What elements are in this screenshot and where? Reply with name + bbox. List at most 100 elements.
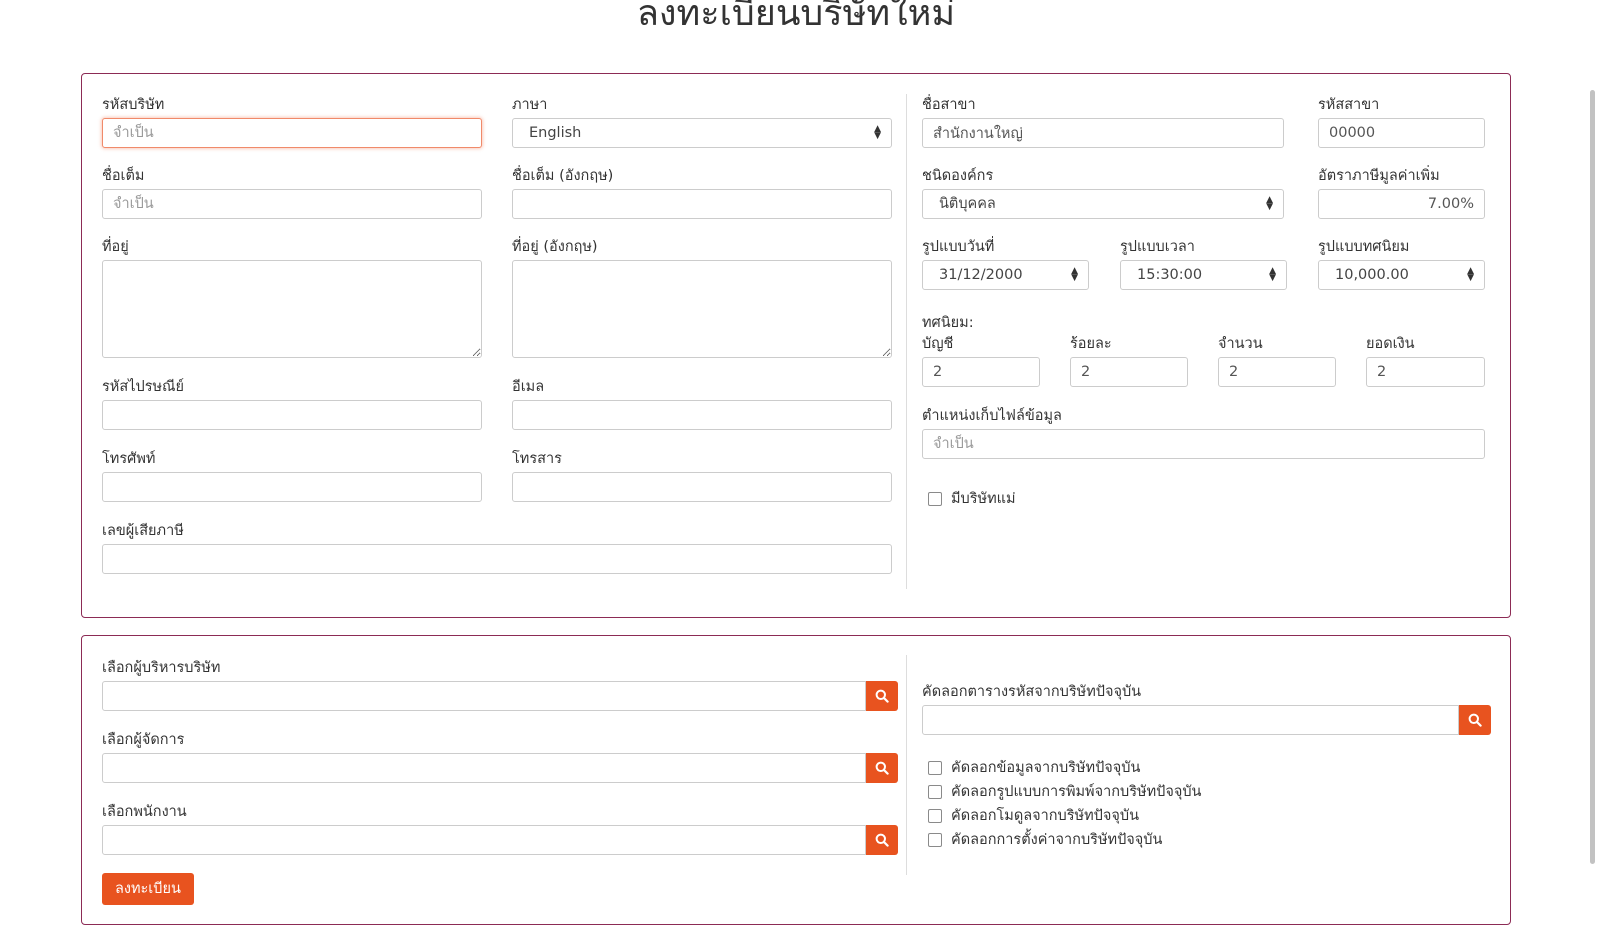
email-input[interactable] bbox=[512, 400, 892, 430]
branch-name-input[interactable] bbox=[922, 118, 1284, 148]
language-label: ภาษา bbox=[512, 97, 548, 113]
date-format-label: รูปแบบวันที่ bbox=[922, 239, 995, 255]
search-icon bbox=[875, 833, 889, 847]
data-file-location-input[interactable] bbox=[922, 429, 1485, 459]
fax-label: โทรสาร bbox=[512, 451, 562, 467]
manager-group: เลือกผู้จัดการ bbox=[102, 730, 898, 783]
employee-label: เลือกพนักงาน bbox=[102, 804, 187, 820]
company-admin-input[interactable] bbox=[102, 681, 866, 711]
company-admin-group: เลือกผู้บริหารบริษัท bbox=[102, 658, 898, 711]
address-label: ที่อยู่ bbox=[102, 239, 129, 255]
copy-code-table-group: คัดลอกตารางรหัสจากบริษัทปัจจุบัน bbox=[922, 682, 1491, 735]
company-code-input[interactable] bbox=[102, 118, 482, 148]
address-group: ที่อยู่ bbox=[102, 237, 482, 358]
copy-settings-checkbox[interactable] bbox=[928, 832, 942, 847]
copy-print-format-row[interactable]: คัดลอกรูปแบบการพิมพ์จากบริษัทปัจจุบัน bbox=[928, 780, 1201, 803]
data-file-location-group: ตำแหน่งเก็บไฟล์ข้อมูล bbox=[922, 406, 1485, 459]
copy-data-label: คัดลอกข้อมูลจากบริษัทปัจจุบัน bbox=[951, 760, 1141, 776]
sort-caret-icon: ▲ ▼ bbox=[1266, 195, 1273, 212]
employee-input[interactable] bbox=[102, 825, 866, 855]
copy-code-table-lookup bbox=[922, 705, 1491, 735]
decimals-heading: ทศนิยม: bbox=[922, 315, 974, 331]
search-icon bbox=[1468, 713, 1482, 727]
copy-code-table-input[interactable] bbox=[922, 705, 1459, 735]
data-file-location-label: ตำแหน่งเก็บไฟล์ข้อมูล bbox=[922, 408, 1062, 424]
language-select[interactable]: English ▲ ▼ bbox=[512, 118, 892, 148]
decimals-quantity-group: จำนวน bbox=[1218, 334, 1336, 387]
org-type-group: ชนิดองค์กร นิติบุคคล ▲ ▼ bbox=[922, 166, 1284, 219]
decimals-amount-group: ยอดเงิน bbox=[1366, 334, 1485, 387]
sort-caret-icon: ▲ ▼ bbox=[874, 124, 881, 141]
scrollbar-thumb[interactable] bbox=[1590, 90, 1595, 864]
copy-code-table-label: คัดลอกตารางรหัสจากบริษัทปัจจุบัน bbox=[922, 684, 1142, 700]
full-name-input[interactable] bbox=[102, 189, 482, 219]
register-button[interactable]: ลงทะเบียน bbox=[102, 873, 194, 905]
copy-modules-row[interactable]: คัดลอกโมดูลจากบริษัทปัจจุบัน bbox=[928, 804, 1139, 827]
page-title: ลงทะเบียนบริษัทใหม่ bbox=[636, 0, 956, 34]
fax-group: โทรสาร bbox=[512, 449, 892, 502]
search-icon bbox=[875, 761, 889, 775]
branch-name-group: ชื่อสาขา bbox=[922, 95, 1284, 148]
has-parent-label: มีบริษัทแม่ bbox=[951, 491, 1016, 507]
decimals-percent-group: ร้อยละ bbox=[1070, 334, 1188, 387]
company-admin-search-button[interactable] bbox=[866, 681, 898, 711]
copy-data-row[interactable]: คัดลอกข้อมูลจากบริษัทปัจจุบัน bbox=[928, 756, 1140, 779]
phone-label: โทรศัพท์ bbox=[102, 451, 156, 467]
decimals-quantity-input[interactable] bbox=[1218, 357, 1336, 387]
date-format-value: 31/12/2000 bbox=[939, 267, 1023, 283]
decimals-account-label: บัญชี bbox=[922, 336, 954, 352]
copy-settings-row[interactable]: คัดลอกการตั้งค่าจากบริษัทปัจจุบัน bbox=[928, 828, 1162, 851]
language-value: English bbox=[529, 125, 582, 141]
decimal-format-value: 10,000.00 bbox=[1335, 267, 1409, 283]
phone-group: โทรศัพท์ bbox=[102, 449, 482, 502]
copy-modules-label: คัดลอกโมดูลจากบริษัทปัจจุบัน bbox=[951, 808, 1139, 824]
decimal-format-label: รูปแบบทศนิยม bbox=[1318, 239, 1410, 255]
company-admin-label: เลือกผู้บริหารบริษัท bbox=[102, 660, 221, 676]
copy-code-table-search-button[interactable] bbox=[1459, 705, 1491, 735]
address-en-label: ที่อยู่ (อังกฤษ) bbox=[512, 239, 598, 255]
copy-settings-label: คัดลอกการตั้งค่าจากบริษัทปัจจุบัน bbox=[951, 832, 1163, 848]
search-icon bbox=[875, 689, 889, 703]
branch-code-input[interactable] bbox=[1318, 118, 1485, 148]
org-type-label: ชนิดองค์กร bbox=[922, 168, 994, 184]
branch-code-label: รหัสสาขา bbox=[1318, 97, 1380, 113]
date-format-select[interactable]: 31/12/2000 ▲ ▼ bbox=[922, 260, 1089, 290]
manager-lookup bbox=[102, 753, 898, 783]
full-name-group: ชื่อเต็ม bbox=[102, 166, 482, 219]
address-textarea[interactable] bbox=[102, 260, 482, 358]
company-code-label: รหัสบริษัท bbox=[102, 97, 165, 113]
org-type-value: นิติบุคคล bbox=[939, 196, 996, 212]
phone-input[interactable] bbox=[102, 472, 482, 502]
manager-input[interactable] bbox=[102, 753, 866, 783]
employee-search-button[interactable] bbox=[866, 825, 898, 855]
full-name-en-input[interactable] bbox=[512, 189, 892, 219]
branch-code-group: รหัสสาขา bbox=[1318, 95, 1485, 148]
vat-rate-input[interactable] bbox=[1318, 189, 1485, 219]
company-admin-lookup bbox=[102, 681, 898, 711]
email-label: อีเมล bbox=[512, 379, 545, 395]
panel-divider bbox=[906, 655, 907, 875]
decimals-account-input[interactable] bbox=[922, 357, 1040, 387]
postal-code-label: รหัสไปรษณีย์ bbox=[102, 379, 184, 395]
postal-code-input[interactable] bbox=[102, 400, 482, 430]
copy-print-format-label: คัดลอกรูปแบบการพิมพ์จากบริษัทปัจจุบัน bbox=[951, 784, 1202, 800]
copy-print-format-checkbox[interactable] bbox=[928, 784, 942, 799]
has-parent-checkbox[interactable] bbox=[928, 491, 942, 506]
tax-id-label: เลขผู้เสียภาษี bbox=[102, 523, 184, 539]
fax-input[interactable] bbox=[512, 472, 892, 502]
has-parent-row[interactable]: มีบริษัทแม่ bbox=[928, 487, 1016, 510]
manager-search-button[interactable] bbox=[866, 753, 898, 783]
time-format-label: รูปแบบเวลา bbox=[1120, 239, 1195, 255]
decimal-format-select[interactable]: 10,000.00 ▲ ▼ bbox=[1318, 260, 1485, 290]
tax-id-input[interactable] bbox=[102, 544, 892, 574]
org-type-select[interactable]: นิติบุคคล ▲ ▼ bbox=[922, 189, 1284, 219]
copy-modules-checkbox[interactable] bbox=[928, 808, 942, 823]
decimals-amount-input[interactable] bbox=[1366, 357, 1485, 387]
copy-data-checkbox[interactable] bbox=[928, 760, 942, 775]
address-en-textarea[interactable] bbox=[512, 260, 892, 358]
sort-caret-icon: ▲ ▼ bbox=[1071, 266, 1078, 283]
time-format-select[interactable]: 15:30:00 ▲ ▼ bbox=[1120, 260, 1287, 290]
employee-lookup bbox=[102, 825, 898, 855]
decimals-percent-input[interactable] bbox=[1070, 357, 1188, 387]
decimals-account-group: บัญชี bbox=[922, 334, 1040, 387]
